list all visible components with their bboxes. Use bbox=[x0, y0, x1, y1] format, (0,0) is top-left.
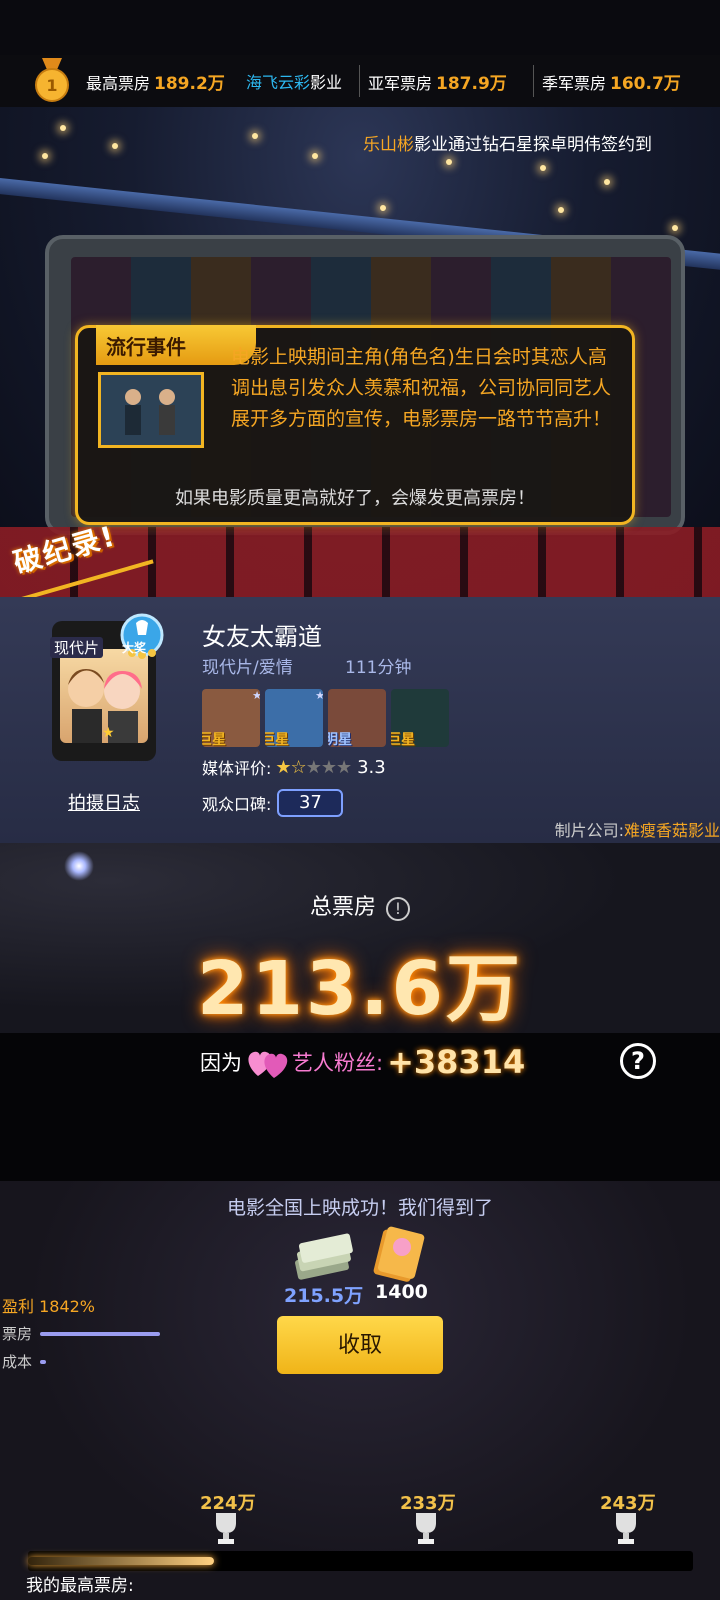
third-box-office: 季军票房 160.7万 bbox=[542, 74, 681, 94]
award-label: 大奖 bbox=[122, 641, 147, 655]
reward-money: 215.5万 bbox=[284, 1285, 364, 1307]
reward-section: 电影全国上映成功！我们得到了 215.5万 1400 盈利 1842% 票房 成… bbox=[0, 1181, 720, 1600]
progress-fill bbox=[28, 1557, 215, 1565]
praise-value: 37 bbox=[277, 789, 344, 817]
top-box-office: 最高票房 189.2万 bbox=[86, 74, 225, 94]
top-studio[interactable]: 海飞云彩影业 bbox=[246, 69, 342, 93]
event-thumbnail bbox=[98, 372, 204, 448]
reward-title: 电影全国上映成功！我们得到了 bbox=[226, 1197, 493, 1219]
movie-genre: 现代片/爱情 bbox=[202, 658, 293, 678]
profit-rate: 盈利 1842% bbox=[2, 1297, 96, 1316]
gold-medal-icon: 1 bbox=[35, 58, 69, 102]
help-icon[interactable]: ? bbox=[620, 1043, 656, 1079]
trophy-icon[interactable] bbox=[210, 1511, 242, 1545]
audience-praise: 观众口碑: 37 bbox=[202, 789, 344, 817]
event-description: 电影上映期间主角(角色名)生日会时其恋人高调出息引发众人羡慕和祝福，公司协同同艺… bbox=[231, 346, 612, 430]
event-hint: 如果电影质量更高就好了，会爆发更高票房！ bbox=[175, 488, 535, 509]
my-best-label: 我的最高票房: bbox=[26, 1576, 134, 1596]
script-book-icon bbox=[373, 1226, 425, 1282]
fans-value: +38314 bbox=[387, 1043, 526, 1081]
trending-event-card: 流行事件 电影上映期间主角(角色名)生日会时其恋人高调出息引发众人羡慕和祝福，公… bbox=[75, 325, 635, 525]
trophy-icon[interactable] bbox=[610, 1511, 642, 1545]
shooting-diary-link[interactable]: 拍摄日志 bbox=[68, 789, 140, 815]
trophy-icon[interactable] bbox=[410, 1511, 442, 1545]
collect-button[interactable]: 收取 bbox=[277, 1316, 443, 1374]
total-box-office-label: 总票房! bbox=[0, 889, 720, 921]
movie-title: 女友太霸道 bbox=[202, 623, 322, 651]
movie-poster[interactable]: ★ 现代片 大奖 bbox=[50, 613, 164, 761]
svg-text:★: ★ bbox=[102, 725, 115, 741]
rating-stars-icon: ★☆★★★ bbox=[275, 756, 352, 778]
news-ticker: 乐山彬影业通过钻石星探卓明伟签约到 bbox=[363, 135, 652, 155]
second-box-office: 亚军票房 187.9万 bbox=[368, 74, 507, 94]
poster-genre-label: 现代片 bbox=[50, 637, 104, 658]
reward-books: 1400 bbox=[375, 1281, 428, 1303]
cast-member[interactable]: 巨星 bbox=[391, 689, 449, 747]
cast-member[interactable]: ★ 巨星 bbox=[265, 689, 323, 747]
fans-section: 因为 艺人粉丝: +38314 ? bbox=[0, 1033, 720, 1181]
cost-bar bbox=[40, 1359, 47, 1364]
cast-member[interactable]: 明星 bbox=[328, 689, 386, 747]
info-icon[interactable]: ! bbox=[386, 897, 410, 921]
box-office-section: 总票房! 213.6万 bbox=[0, 843, 720, 1033]
box-bar bbox=[40, 1331, 161, 1336]
cost-bar-row: 成本 bbox=[2, 1351, 47, 1372]
producer: 制片公司:难瘦香菇影业 bbox=[554, 821, 720, 840]
svg-text:1: 1 bbox=[46, 76, 57, 95]
total-box-office-value: 213.6万 bbox=[196, 946, 524, 1032]
poster-characters-icon: ★ bbox=[68, 669, 142, 743]
cast-list: ★ 巨星 ★ 巨星 明星 巨星 bbox=[202, 689, 449, 747]
movie-info-panel: ★ 现代片 大奖 女友太霸道 现代片/爱情 111分钟 ★ 巨星 ★ 巨星 明星… bbox=[0, 597, 720, 843]
box-bar-row: 票房 bbox=[2, 1323, 161, 1344]
hearts-icon bbox=[248, 1051, 288, 1078]
media-rating: 媒体评价: ★☆★★★ 3.3 bbox=[202, 756, 386, 779]
movie-length: 111分钟 bbox=[345, 658, 412, 678]
leaderboard-bar: 1 最高票房 189.2万 海飞云彩影业 亚军票房 187.9万 季军票房 160.7… bbox=[0, 55, 720, 107]
event-scene-icon bbox=[101, 375, 201, 445]
cash-stack-icon bbox=[295, 1233, 353, 1280]
cast-member[interactable]: ★ 巨星 bbox=[202, 689, 260, 747]
